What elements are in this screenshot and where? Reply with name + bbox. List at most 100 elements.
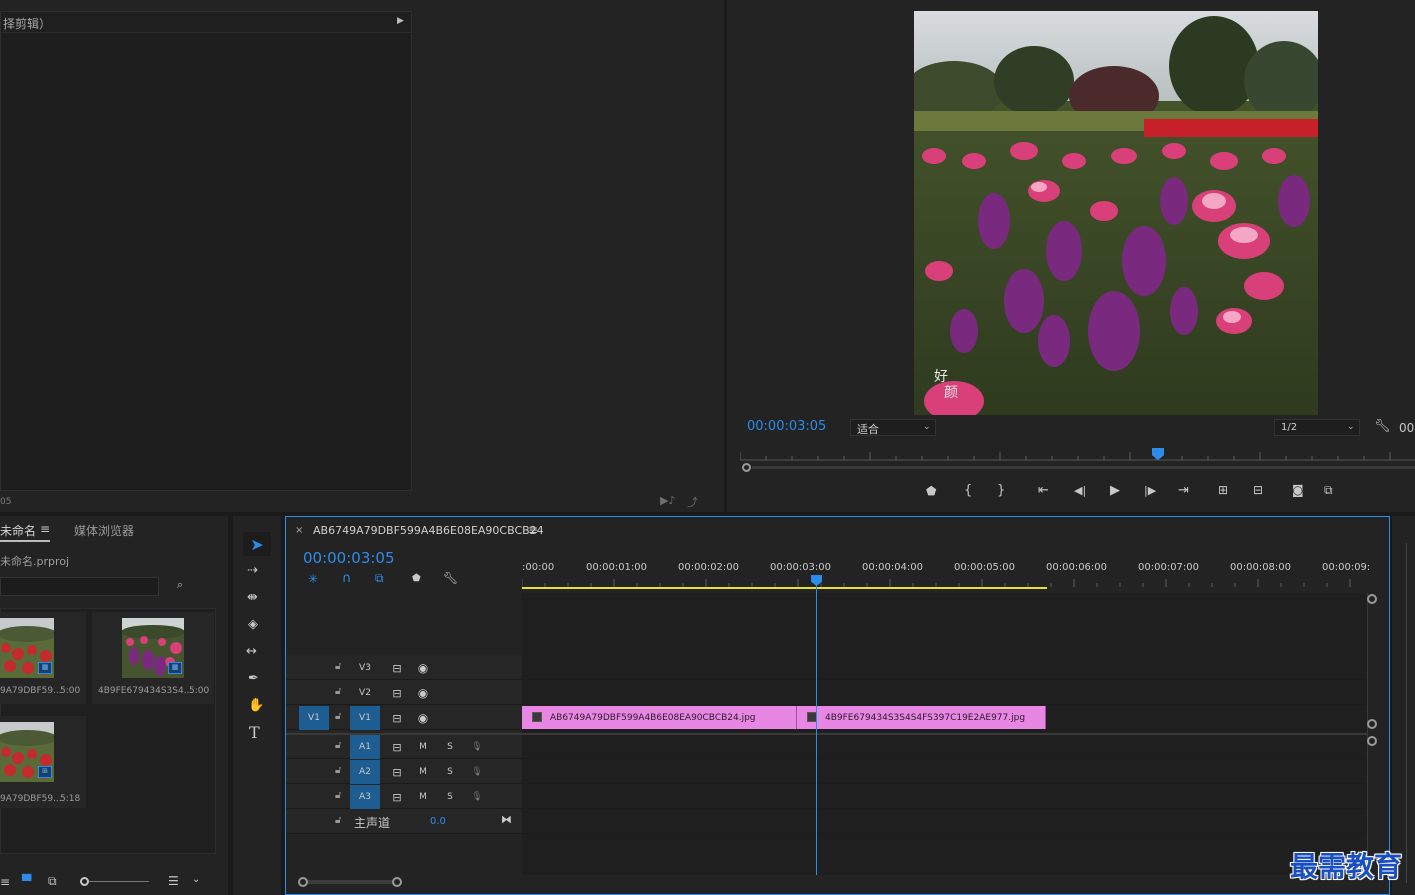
snap-magnet-icon[interactable]: ∩ [342,571,352,586]
slip-tool-icon[interactable]: ↔ [246,644,257,659]
master-toggle-icon[interactable]: ⧓ [501,813,512,826]
microphone-icon[interactable]: 🎙︎ [462,735,492,759]
video-scroll-handle-bottom[interactable] [1367,719,1377,729]
export-icon[interactable]: ⤴ [687,494,698,510]
chevron-right-icon[interactable]: ▶ [397,16,404,26]
source-clip-selector[interactable]: 择剪辑） ▶ [0,11,412,33]
source-patch-v1[interactable]: V1 [299,706,329,730]
thumbnail-size-slider[interactable] [89,881,149,882]
mute-button[interactable]: M [408,760,438,784]
track-select-tool-icon[interactable]: ⇢ [247,563,258,578]
sequence-tab-name[interactable]: AB6749A79DBF599A4B6E08EA90CBCB24 [313,524,544,537]
chevron-down-icon[interactable]: ⌄ [192,874,200,885]
mark-out-icon[interactable]: } [997,483,1005,498]
solo-button[interactable]: S [435,735,465,759]
eye-icon[interactable]: ◉ [408,656,438,680]
lock-icon[interactable]: 🔓︎ [335,815,341,826]
track-target-v2[interactable]: V2 [350,681,380,705]
zoom-handle-right[interactable] [392,877,402,887]
freeform-view-icon[interactable]: ⧉ [48,874,57,889]
timeline-zoom-scrollbar[interactable] [298,877,402,887]
list-view-icon[interactable]: ≡ [0,875,10,889]
track-target-a3[interactable]: A3 [350,785,380,809]
lock-icon[interactable]: 🔓︎ [335,661,341,672]
tab-project[interactable]: 未命名 [0,522,36,539]
step-back-icon[interactable]: ◀| [1074,484,1086,497]
play-icon[interactable]: ▶ [1110,483,1120,498]
new-search-bin-icon[interactable]: ⌕ [177,578,183,592]
solo-button[interactable]: S [435,785,465,809]
lock-icon[interactable]: 🔓︎ [335,686,341,697]
track-target-a1[interactable]: A1 [350,735,380,759]
lock-icon[interactable]: 🔓︎ [335,765,341,776]
go-to-in-icon[interactable]: ⇤ [1038,483,1049,498]
mute-button[interactable]: M [408,735,438,759]
project-search-input[interactable] [0,577,159,596]
tab-media-browser[interactable]: 媒体浏览器 [74,522,134,539]
mark-in-icon[interactable]: { [964,483,972,498]
timeline-clip[interactable]: AB6749A79DBF599A4B6E08EA90CBCB24.jpg [522,706,797,729]
work-area-bar[interactable] [522,587,1047,589]
timeline-playhead-line[interactable] [816,583,817,875]
razor-tool-icon[interactable]: ◈ [248,617,258,632]
program-time-ruler[interactable] [740,446,1415,462]
track-lane-a1[interactable] [522,735,1368,759]
ripple-edit-tool-icon[interactable]: ⇼ [247,590,258,605]
add-marker-icon[interactable]: ⬟ [926,484,936,498]
comparison-view-icon[interactable]: ⧉ [1324,483,1333,498]
close-icon[interactable]: × [295,525,303,536]
track-lane-v2[interactable] [522,681,1368,705]
nest-toggle-icon[interactable]: ✳ [308,572,318,586]
icon-view-icon[interactable]: ▀ [22,874,31,888]
zoom-dropdown[interactable]: 适合 ⌄ [850,419,936,436]
tab-menu-icon[interactable]: ≡ [40,522,50,536]
eye-icon[interactable]: ◉ [408,706,438,730]
go-to-out-icon[interactable]: ⇥ [1178,483,1189,498]
linked-selection-icon[interactable]: ⧉ [375,571,384,586]
pen-tool-icon[interactable]: ✒ [248,671,259,686]
resolution-dropdown[interactable]: 1/2 ⌄ [1274,419,1360,436]
project-item[interactable]: ▦ 4B9FE679434S3S4... 5:00 [92,612,214,704]
track-lane-a2[interactable] [522,760,1368,784]
panel-menu-icon[interactable]: ≡ [528,523,538,537]
lock-icon[interactable]: 🔓︎ [335,711,341,722]
microphone-icon[interactable]: 🎙︎ [462,785,492,809]
lift-icon[interactable]: ⊞ [1218,483,1228,497]
type-tool-icon[interactable]: T [249,723,260,742]
export-frame-icon[interactable]: ◙ [1292,483,1304,497]
timeline-settings-wrench-icon[interactable]: 🔧︎ [443,571,458,585]
eye-icon[interactable]: ◉ [408,681,438,705]
master-volume-value[interactable]: 0.0 [430,816,446,827]
timeline-ruler[interactable]: :00:00 00:00:01:00 00:00:02:00 00:00:03:… [522,557,1370,593]
settings-wrench-icon[interactable]: 🔧︎ [1374,419,1391,434]
timeline-timecode[interactable]: 00:00:03:05 [303,549,395,567]
project-item[interactable]: ⊞ 9A79DBF59... 5:18 [0,716,86,808]
microphone-icon[interactable]: 🎙︎ [462,760,492,784]
sort-icon[interactable]: ☰ [168,874,179,888]
add-marker-icon[interactable]: ⬟ [412,573,421,584]
video-scroll-handle-top[interactable] [1367,594,1377,604]
lock-icon[interactable]: 🔓︎ [335,740,341,751]
drag-audio-icon[interactable]: ▶♪ [660,494,675,507]
program-zoom-scrollbar[interactable] [740,462,1415,472]
audio-scroll-handle-top[interactable] [1367,736,1377,746]
track-target-v1[interactable]: V1 [350,706,380,730]
track-target-v3[interactable]: V3 [350,656,380,680]
project-item[interactable]: ▦ 9A79DBF59... 5:00 [0,612,86,704]
program-timecode[interactable]: 00:00:03:05 [747,419,826,434]
track-lane-a3[interactable] [522,785,1368,809]
timeline-clip[interactable]: 4B9FE679434S3S4S4FS397C19E2AE977.jpg [797,706,1046,729]
step-forward-icon[interactable]: |▶ [1144,484,1156,497]
zoom-handle-left[interactable] [742,463,751,472]
track-lane-master[interactable] [522,810,1368,834]
solo-button[interactable]: S [435,760,465,784]
lock-icon[interactable]: 🔓︎ [335,790,341,801]
thumbnail-size-slider-handle[interactable] [80,877,89,886]
track-lane-v3[interactable] [522,656,1368,680]
hand-tool-icon[interactable]: ✋ [248,698,264,713]
extract-icon[interactable]: ⊟ [1253,483,1263,497]
zoom-handle-left[interactable] [298,877,308,887]
mute-button[interactable]: M [408,785,438,809]
selection-tool-icon[interactable]: ➤ [243,532,271,556]
track-target-a2[interactable]: A2 [350,760,380,784]
